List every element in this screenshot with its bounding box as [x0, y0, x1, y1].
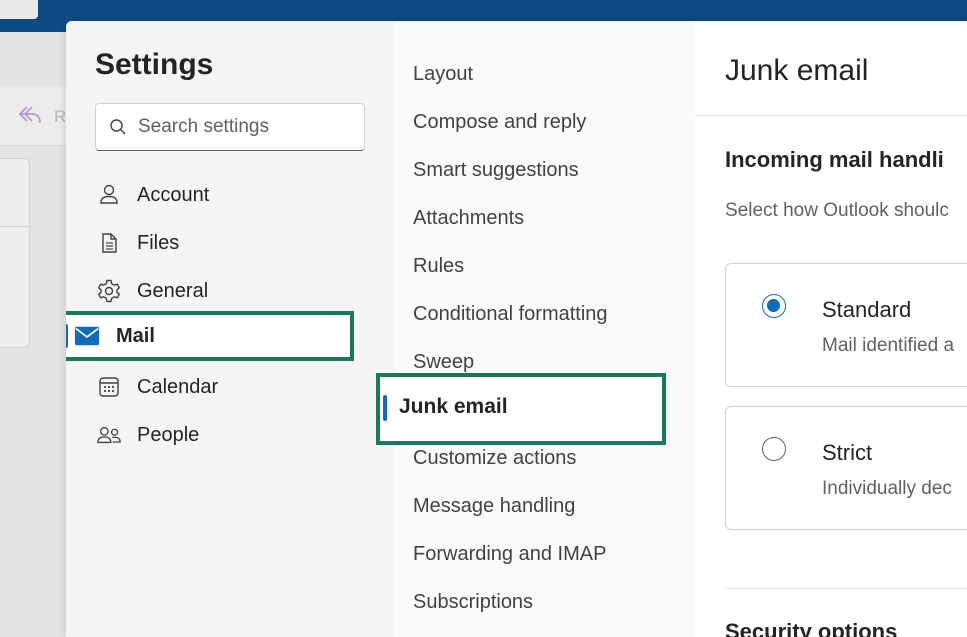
nav-account-label: Account — [137, 183, 210, 206]
reply-label: R — [54, 107, 67, 126]
mail-nav-sweep[interactable]: Sweep — [413, 351, 474, 374]
nav-calendar-label: Calendar — [137, 375, 219, 398]
people-icon — [96, 422, 122, 448]
mail-settings-nav: Layout Compose and reply Smart suggestio… — [376, 21, 695, 637]
document-icon — [96, 230, 122, 256]
option-strict-desc: Individually dec — [822, 478, 952, 499]
search-input[interactable] — [138, 112, 358, 142]
mail-nav-conditional-formatting[interactable]: Conditional formatting — [413, 303, 608, 326]
nav-people[interactable]: People — [96, 417, 356, 453]
junk-email-settings-pane: Junk email Incoming mail handli Select h… — [695, 21, 967, 637]
mail-nav-junk-email[interactable]: Junk email — [376, 373, 666, 445]
mail-nav-customize-actions[interactable]: Customize actions — [413, 447, 576, 470]
gear-icon — [96, 278, 122, 304]
option-strict[interactable]: Strict Individually dec — [725, 406, 967, 530]
nav-files-label: Files — [137, 231, 180, 254]
nav-account[interactable]: Account — [96, 177, 356, 213]
search-box[interactable] — [95, 103, 365, 151]
standard-radio[interactable] — [762, 294, 786, 318]
background-pane-divider — [0, 226, 30, 227]
nav-general[interactable]: General — [96, 273, 356, 309]
mail-nav-compose-and-reply[interactable]: Compose and reply — [413, 111, 586, 134]
option-strict-title: Strict — [822, 440, 873, 465]
header-divider — [695, 115, 967, 116]
mail-icon — [74, 323, 100, 349]
security-options-title: Security options — [725, 619, 898, 637]
nav-mail[interactable]: Mail — [66, 311, 354, 361]
mail-nav-subscriptions[interactable]: Subscriptions — [413, 591, 533, 614]
option-standard[interactable]: Standard Mail identified a — [725, 263, 967, 387]
selected-indicator — [66, 324, 68, 348]
mail-nav-attachments[interactable]: Attachments — [413, 207, 524, 230]
nav-mail-label: Mail — [116, 324, 155, 347]
calendar-icon — [96, 374, 122, 400]
page-title: Junk email — [725, 54, 869, 87]
nav-general-label: General — [137, 279, 209, 302]
mail-nav-message-handling[interactable]: Message handling — [413, 495, 575, 518]
mail-nav-layout[interactable]: Layout — [413, 63, 473, 86]
nav-calendar[interactable]: Calendar — [96, 369, 356, 405]
reply-icon[interactable] — [18, 104, 42, 132]
background-pane — [0, 158, 30, 348]
settings-category-nav: Settings Account Files General — [66, 21, 395, 637]
nav-files[interactable]: Files — [96, 225, 356, 261]
search-icon — [110, 119, 126, 135]
mail-nav-rules[interactable]: Rules — [413, 255, 464, 278]
selected-indicator — [383, 395, 387, 421]
option-standard-desc: Mail identified a — [822, 335, 955, 356]
section-title: Incoming mail handli — [725, 147, 944, 172]
section-description: Select how Outlook shoulc — [725, 200, 949, 221]
nav-people-label: People — [137, 423, 200, 446]
app-top-tab[interactable] — [0, 0, 38, 19]
person-icon — [96, 182, 122, 208]
mail-nav-junk-email-label: Junk email — [399, 395, 508, 418]
settings-title: Settings — [95, 48, 214, 81]
section-divider — [725, 588, 967, 589]
mail-nav-forwarding-and-imap[interactable]: Forwarding and IMAP — [413, 543, 606, 566]
settings-dialog: Settings Account Files General — [66, 21, 967, 637]
mail-nav-smart-suggestions[interactable]: Smart suggestions — [413, 159, 579, 182]
option-standard-title: Standard — [822, 297, 912, 322]
strict-radio[interactable] — [762, 437, 786, 461]
